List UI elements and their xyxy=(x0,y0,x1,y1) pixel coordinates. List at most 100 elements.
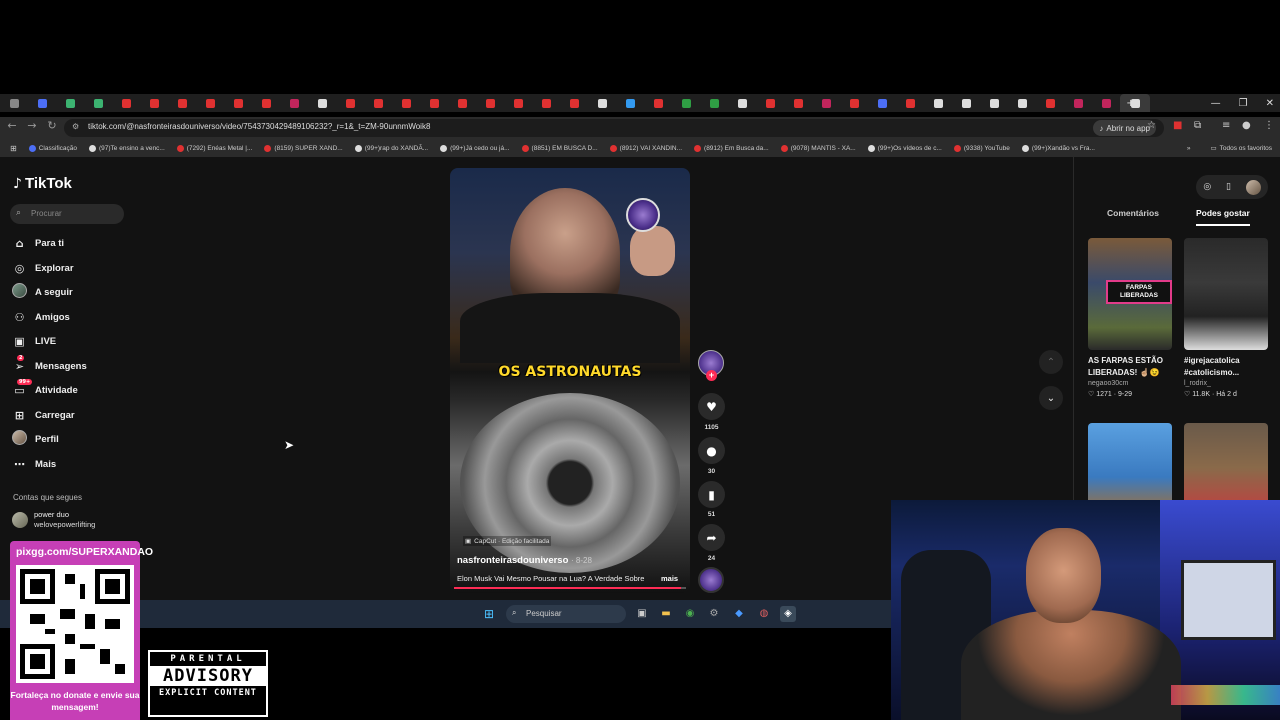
apps-grid-icon[interactable]: ⊞ xyxy=(10,144,17,153)
steam-icon[interactable]: ◈ xyxy=(780,606,796,622)
capcut-badge[interactable]: ▣ CapCut · Edição facilitada xyxy=(463,536,552,546)
browser-tab[interactable] xyxy=(672,94,700,112)
browser-tab[interactable] xyxy=(1008,94,1036,112)
browser-tab[interactable] xyxy=(616,94,644,112)
music-disc-icon[interactable] xyxy=(698,567,724,593)
browser-tab[interactable] xyxy=(112,94,140,112)
task-view-icon[interactable]: ▣ xyxy=(634,606,650,622)
video-progress-bar[interactable] xyxy=(454,587,686,589)
follow-plus-button[interactable]: + xyxy=(706,370,717,381)
following-account[interactable]: power duo welovepowerlifting xyxy=(12,510,95,530)
card-title[interactable]: AS FARPAS ESTÃO LIBERADAS! ☝🏼😉 xyxy=(1088,355,1172,379)
chrome-icon[interactable]: ◉ xyxy=(682,606,698,622)
tab-podes-gostar[interactable]: Podes gostar xyxy=(1196,208,1250,226)
video-author[interactable]: nasfronteirasdouniverso · 8-28 xyxy=(457,555,592,566)
more-link[interactable]: mais xyxy=(661,574,678,583)
nav-amigos[interactable]: ⚇ Amigos xyxy=(12,308,70,326)
bookmark-star-icon[interactable]: ☆ xyxy=(1147,120,1156,131)
browser-tab[interactable] xyxy=(784,94,812,112)
bookmark-item[interactable]: (7292) Enéas Metal |... xyxy=(176,144,252,152)
browser-tab[interactable] xyxy=(588,94,616,112)
bookmark-item[interactable]: (97)Te ensino a venc... xyxy=(89,144,165,152)
all-bookmarks[interactable]: » ▭ Todos os favoritos xyxy=(1180,139,1272,157)
bookmark-item[interactable]: (9338) YouTube xyxy=(953,144,1010,152)
browser-tab[interactable] xyxy=(140,94,168,112)
nav-mais[interactable]: ⋯ Mais xyxy=(12,455,56,473)
omnibox[interactable]: ⚙ tiktok.com/@nasfronteirasdouniverso/vi… xyxy=(64,119,1164,137)
app-icon[interactable]: ◍ xyxy=(756,606,772,622)
browser-tab[interactable] xyxy=(812,94,840,112)
browser-tab[interactable] xyxy=(392,94,420,112)
maximize-button[interactable]: ❐ xyxy=(1239,98,1248,109)
browser-tab[interactable] xyxy=(448,94,476,112)
nav-mensagens[interactable]: ➢ 2 Mensagens xyxy=(12,354,87,375)
site-info-icon[interactable]: ⚙ xyxy=(72,122,79,131)
browser-tab[interactable] xyxy=(336,94,364,112)
browser-tab[interactable] xyxy=(28,94,56,112)
browser-tab[interactable] xyxy=(1092,94,1120,112)
nav-atividade[interactable]: ▭ 99+ Atividade xyxy=(12,378,78,399)
compass-icon[interactable]: ◎ xyxy=(1203,182,1211,192)
bookmark-item[interactable]: (8159) SUPER XAND... xyxy=(264,144,343,152)
tiktok-logo[interactable]: ♪ TikTok xyxy=(13,175,72,192)
suggested-video-card[interactable]: #igrejacatolica #catolicismo... l_rodrix… xyxy=(1184,238,1268,398)
bookmark-item[interactable]: (99+)Já cedo ou já... xyxy=(440,144,510,152)
new-tab-button[interactable]: + xyxy=(1126,98,1134,109)
browser-tab[interactable] xyxy=(896,94,924,112)
app-icon[interactable]: ◆ xyxy=(731,606,747,622)
nav-carregar[interactable]: ⊞ Carregar xyxy=(12,406,75,424)
author-name[interactable]: nasfronteirasdouniverso xyxy=(457,555,568,566)
bookmark-item[interactable]: (8912) Em Busca da... xyxy=(694,144,769,152)
bookmark-item[interactable]: (8912) VAI XANDIN... xyxy=(609,144,682,152)
browser-tab[interactable] xyxy=(700,94,728,112)
browser-menu-icon[interactable]: ⋮ xyxy=(1264,120,1274,131)
bookmark-item[interactable]: (99+)Os vídeos de c... xyxy=(867,144,942,152)
nav-a-seguir[interactable]: A seguir xyxy=(12,283,73,301)
settings-icon[interactable]: ⚙ xyxy=(706,606,722,622)
nav-live[interactable]: ▣ LIVE xyxy=(12,332,56,350)
taskbar-search[interactable]: ⌕ Pesquisar xyxy=(506,605,626,623)
browser-tab[interactable] xyxy=(728,94,756,112)
url-text[interactable]: tiktok.com/@nasfronteirasdouniverso/vide… xyxy=(88,122,430,131)
save-button[interactable]: ▮ xyxy=(698,481,725,508)
nav-perfil[interactable]: Perfil xyxy=(12,430,59,448)
browser-tab[interactable] xyxy=(476,94,504,112)
nav-explorar[interactable]: ◎ Explorar xyxy=(12,259,74,277)
browser-tab[interactable] xyxy=(1064,94,1092,112)
bookmark-item[interactable]: (9078) MANTIS - XA... xyxy=(780,144,856,152)
browser-tab[interactable] xyxy=(280,94,308,112)
browser-tab[interactable] xyxy=(952,94,980,112)
bookmark-item[interactable]: Classificação xyxy=(28,144,77,152)
browser-tab[interactable] xyxy=(560,94,588,112)
browser-tab[interactable] xyxy=(840,94,868,112)
search-input[interactable]: ⌕ Procurar xyxy=(10,204,124,224)
comment-button[interactable]: ● xyxy=(698,437,725,464)
browser-tab[interactable] xyxy=(0,94,28,112)
next-video-button[interactable]: ⌄ xyxy=(1039,386,1063,410)
browser-tab[interactable] xyxy=(224,94,252,112)
minimize-button[interactable]: — xyxy=(1211,98,1221,109)
previous-video-button[interactable]: ⌃ xyxy=(1039,350,1063,374)
bookmark-item[interactable]: (99+)Xandão vs Fra... xyxy=(1021,144,1095,152)
browser-tab[interactable] xyxy=(756,94,784,112)
card-title[interactable]: #igrejacatolica #catolicismo... xyxy=(1184,355,1268,379)
extension-icon[interactable]: ■ xyxy=(1173,120,1182,131)
menu-lines-icon[interactable]: ≡ xyxy=(1222,120,1230,131)
chevron-right-icon[interactable]: » xyxy=(1187,145,1191,152)
profile-avatar[interactable]: ● xyxy=(1242,120,1251,131)
avatar[interactable] xyxy=(1245,179,1261,195)
browser-tab[interactable] xyxy=(868,94,896,112)
video-thumbnail[interactable] xyxy=(1184,238,1268,350)
video-player[interactable]: OS ASTRONAUTAS ▣ CapCut · Edição facilita… xyxy=(450,168,690,593)
bookmark-item[interactable]: (99+)rap do XANDÃ... xyxy=(354,144,428,152)
forward-button[interactable]: → xyxy=(24,119,40,132)
browser-tab[interactable] xyxy=(84,94,112,112)
file-explorer-icon[interactable]: ▬ xyxy=(658,606,674,622)
reload-button[interactable]: ↻ xyxy=(44,119,60,132)
browser-tab[interactable] xyxy=(504,94,532,112)
browser-tab[interactable] xyxy=(644,94,672,112)
browser-tab[interactable] xyxy=(532,94,560,112)
bookmark-item[interactable]: (8851) EM BUSCA D... xyxy=(521,144,598,152)
browser-tab[interactable] xyxy=(308,94,336,112)
browser-tab[interactable] xyxy=(924,94,952,112)
